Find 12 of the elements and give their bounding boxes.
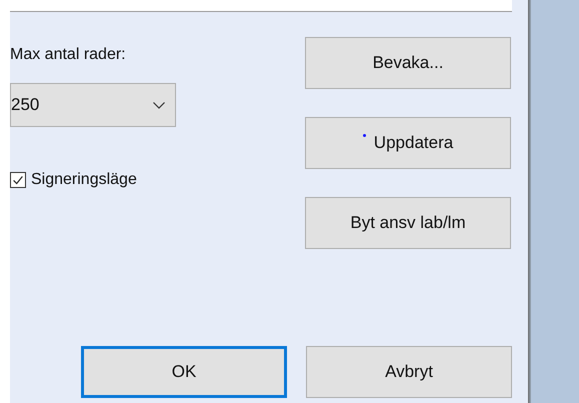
ok-button[interactable]: OK [81, 346, 287, 398]
checkbox[interactable] [10, 172, 26, 188]
checkbox-label: Signeringsläge [31, 171, 137, 189]
field-label: Max antal rader: [10, 45, 127, 65]
chevron-icon [153, 102, 165, 108]
button[interactable]: Uppdatera [305, 117, 511, 169]
button[interactable]: Bevaka... [305, 37, 511, 89]
dropdown[interactable]: 250 [10, 83, 176, 127]
button[interactable]: Byt ansv lab/lm [305, 197, 511, 249]
text-field[interactable] [10, 0, 512, 12]
cancel-button[interactable]: Avbryt [306, 346, 512, 398]
dot-icon [362, 134, 366, 137]
